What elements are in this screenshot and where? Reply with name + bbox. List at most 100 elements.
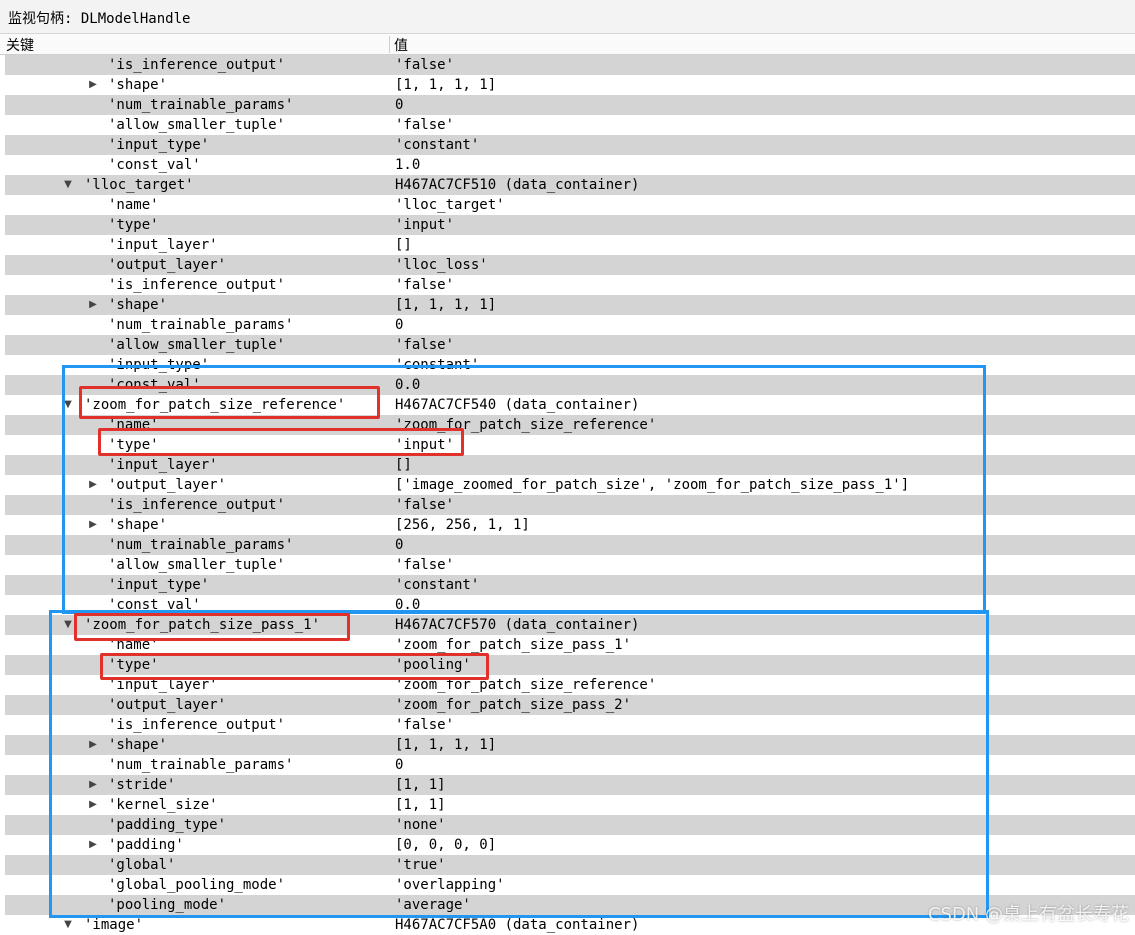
row-key: 'input_layer': [108, 237, 218, 253]
row-gutter: [0, 395, 5, 415]
column-header-key[interactable]: 关键: [6, 35, 34, 55]
highlight-red-pass1-type: [100, 653, 489, 680]
tree-property-row[interactable]: 'is_inference_output' 'false': [0, 55, 1135, 75]
tree-property-row[interactable]: 'allow_smaller_tuple' 'false': [0, 115, 1135, 135]
row-value: 0: [395, 317, 404, 333]
title-bar: 监视句柄: DLModelHandle: [0, 0, 1135, 34]
row-gutter: [0, 295, 5, 315]
row-key: 'allow_smaller_tuple': [108, 337, 286, 353]
row-gutter: [0, 435, 5, 455]
row-key: 'shape': [108, 77, 168, 93]
triangle-down-icon[interactable]: ▼: [62, 915, 74, 935]
row-gutter: [0, 175, 5, 195]
row-key: 'lloc_target': [84, 177, 194, 193]
row-key: 'shape': [108, 297, 168, 313]
row-gutter: [0, 335, 5, 355]
row-key: 'const_val': [108, 157, 201, 173]
column-header: 关键 值: [0, 34, 1135, 55]
row-gutter: [0, 915, 5, 935]
row-gutter: [0, 675, 5, 695]
row-value: [1, 1, 1, 1]: [395, 297, 497, 313]
row-value: H467AC7CF510 (data_container): [395, 177, 640, 193]
window-title: 监视句柄: DLModelHandle: [8, 11, 191, 27]
row-value: 'input': [395, 217, 455, 233]
row-gutter: [0, 595, 5, 615]
row-gutter: [0, 655, 5, 675]
tree-property-row[interactable]: 'input_type' 'constant': [0, 135, 1135, 155]
row-gutter: [0, 515, 5, 535]
tree-property-row[interactable]: 'allow_smaller_tuple' 'false': [0, 335, 1135, 355]
row-gutter: [0, 695, 5, 715]
row-key: 'num_trainable_params': [108, 317, 294, 333]
row-gutter: [0, 75, 5, 95]
tree-property-row[interactable]: 'type' 'input': [0, 215, 1135, 235]
row-gutter: [0, 155, 5, 175]
row-gutter: [0, 455, 5, 475]
row-gutter: [0, 615, 5, 635]
row-gutter: [0, 575, 5, 595]
row-gutter: [0, 375, 5, 395]
row-gutter: [0, 775, 5, 795]
row-value: 'constant': [395, 137, 480, 153]
row-value: 'false': [395, 337, 455, 353]
row-key: 'name': [108, 197, 159, 213]
triangle-right-icon[interactable]: ▶: [87, 295, 99, 315]
tree-property-row[interactable]: 'output_layer' 'lloc_loss': [0, 255, 1135, 275]
column-separator[interactable]: [389, 36, 390, 53]
row-key: 'allow_smaller_tuple': [108, 117, 286, 133]
row-gutter: [0, 475, 5, 495]
highlight-red-reference-type: [98, 428, 464, 456]
row-gutter: [0, 55, 5, 75]
row-gutter: [0, 255, 5, 275]
row-value: 'lloc_target': [395, 197, 505, 213]
row-gutter: [0, 855, 5, 875]
row-value: 0: [395, 97, 404, 113]
row-gutter: [0, 715, 5, 735]
row-key: 'output_layer': [108, 257, 227, 273]
row-gutter: [0, 215, 5, 235]
row-key: 'type': [108, 217, 159, 233]
triangle-down-icon[interactable]: ▼: [62, 175, 74, 195]
row-value: 1.0: [395, 157, 421, 173]
tree-property-row[interactable]: 'num_trainable_params' 0: [0, 315, 1135, 335]
tree-property-row[interactable]: 'const_val' 1.0: [0, 155, 1135, 175]
row-value: 'false': [395, 277, 455, 293]
tree-property-row[interactable]: 'is_inference_output' 'false': [0, 275, 1135, 295]
row-gutter: [0, 235, 5, 255]
row-gutter: [0, 95, 5, 115]
row-gutter: [0, 735, 5, 755]
row-value: [1, 1, 1, 1]: [395, 77, 497, 93]
row-value: 'lloc_loss': [395, 257, 488, 273]
tree-property-row[interactable]: 'num_trainable_params' 0: [0, 95, 1135, 115]
column-header-value[interactable]: 值: [394, 35, 408, 55]
row-gutter: [0, 795, 5, 815]
highlight-red-pass1-key: [74, 613, 350, 641]
row-gutter: [0, 115, 5, 135]
row-gutter: [0, 815, 5, 835]
row-gutter: [0, 535, 5, 555]
highlight-red-reference-key: [79, 386, 380, 419]
row-gutter: [0, 835, 5, 855]
row-gutter: [0, 875, 5, 895]
tree-property-row[interactable]: 'input_layer' []: [0, 235, 1135, 255]
row-value: []: [395, 237, 412, 253]
row-gutter: [0, 415, 5, 435]
row-key: 'is_inference_output': [108, 57, 286, 73]
tree-property-row[interactable]: ▶ 'shape' [1, 1, 1, 1]: [0, 75, 1135, 95]
row-key: 'is_inference_output': [108, 277, 286, 293]
triangle-right-icon[interactable]: ▶: [87, 75, 99, 95]
watermark: CSDN @桌上有盆长寿花: [927, 904, 1129, 925]
row-gutter: [0, 495, 5, 515]
row-value: 'false': [395, 117, 455, 133]
tree-property-row[interactable]: 'name' 'lloc_target': [0, 195, 1135, 215]
row-gutter: [0, 315, 5, 335]
row-gutter: [0, 275, 5, 295]
row-gutter: [0, 895, 5, 915]
tree-node-row[interactable]: ▼ 'lloc_target' H467AC7CF510 (data_contain…: [0, 175, 1135, 195]
row-gutter: [0, 135, 5, 155]
tree-property-row[interactable]: ▶ 'shape' [1, 1, 1, 1]: [0, 295, 1135, 315]
row-value: 'false': [395, 57, 455, 73]
row-gutter: [0, 555, 5, 575]
row-key: 'image': [84, 917, 144, 933]
row-gutter: [0, 635, 5, 655]
